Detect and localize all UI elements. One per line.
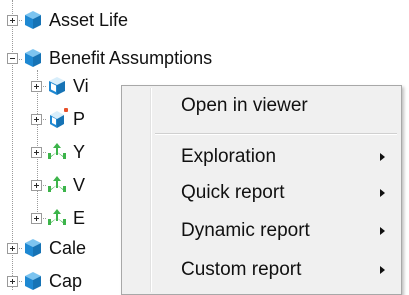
expand-toggle[interactable] [31, 80, 42, 92]
tree-item-cap[interactable]: Cap [7, 268, 82, 294]
collapse-toggle[interactable] [7, 52, 18, 64]
expand-toggle[interactable] [31, 212, 42, 224]
tree-item-label: Cale [49, 238, 87, 258]
cube-blue-icon [22, 237, 44, 259]
tree-item-child[interactable]: V [31, 172, 85, 198]
flag-dot [64, 108, 68, 112]
submenu-arrow-icon [380, 227, 385, 235]
tree-item-asset-life[interactable]: Asset Life [7, 7, 128, 33]
tree-item-label: Asset Life [49, 10, 129, 30]
menu-item-quick-report[interactable]: Quick report [124, 175, 399, 211]
expand-toggle[interactable] [7, 14, 18, 26]
tree-item-label: Vi [73, 76, 89, 96]
menu-item-label: Open in viewer [181, 95, 308, 116]
menu-item-label: Custom report [181, 259, 302, 280]
green-arrows-icon [46, 141, 68, 163]
menu-item-label: Quick report [181, 182, 285, 203]
tree-item-label: V [73, 175, 86, 195]
expand-toggle[interactable] [31, 179, 42, 191]
cube-blue-icon [22, 9, 44, 31]
tree-item-cale[interactable]: Cale [7, 235, 86, 261]
tree-item-benefit-assumptions[interactable]: Benefit Assumptions [7, 45, 212, 71]
menu-item-open-in-viewer[interactable]: Open in viewer [124, 88, 399, 124]
application-window: Asset Life Benefit Assumptions Vi P Y V … [0, 0, 409, 295]
menu-separator [155, 133, 397, 135]
submenu-arrow-icon [380, 153, 385, 161]
cube-blue-icon [22, 47, 44, 69]
tree-item-child[interactable]: Vi [31, 73, 89, 99]
expand-toggle[interactable] [31, 113, 42, 125]
context-menu: Open in viewer Exploration Quick report … [121, 85, 402, 295]
menu-item-custom-report[interactable]: Custom report [124, 252, 399, 288]
submenu-arrow-icon [380, 266, 385, 274]
expand-toggle[interactable] [7, 275, 18, 287]
green-arrows-icon [46, 174, 68, 196]
green-arrows-icon [46, 207, 68, 229]
tree-item-child[interactable]: E [31, 205, 85, 231]
tree-item-label: Benefit Assumptions [49, 48, 213, 68]
tree-item-label: E [73, 208, 86, 228]
menu-item-dynamic-report[interactable]: Dynamic report [124, 213, 399, 249]
menu-item-label: Exploration [181, 146, 277, 167]
cube-blue-flagged-icon [46, 108, 68, 130]
submenu-arrow-icon [380, 189, 385, 197]
tree-item-label: P [73, 109, 86, 129]
expand-toggle[interactable] [7, 242, 18, 254]
tree-item-child[interactable]: P [31, 106, 85, 132]
expand-toggle[interactable] [31, 146, 42, 158]
tree-item-label: Y [73, 142, 86, 162]
tree-item-child[interactable]: Y [31, 139, 85, 165]
tree-item-label: Cap [49, 271, 83, 291]
cube-blue-white-icon [46, 75, 68, 97]
menu-item-label: Dynamic report [181, 220, 310, 241]
menu-item-exploration[interactable]: Exploration [124, 139, 399, 175]
cube-blue-icon [22, 270, 44, 292]
